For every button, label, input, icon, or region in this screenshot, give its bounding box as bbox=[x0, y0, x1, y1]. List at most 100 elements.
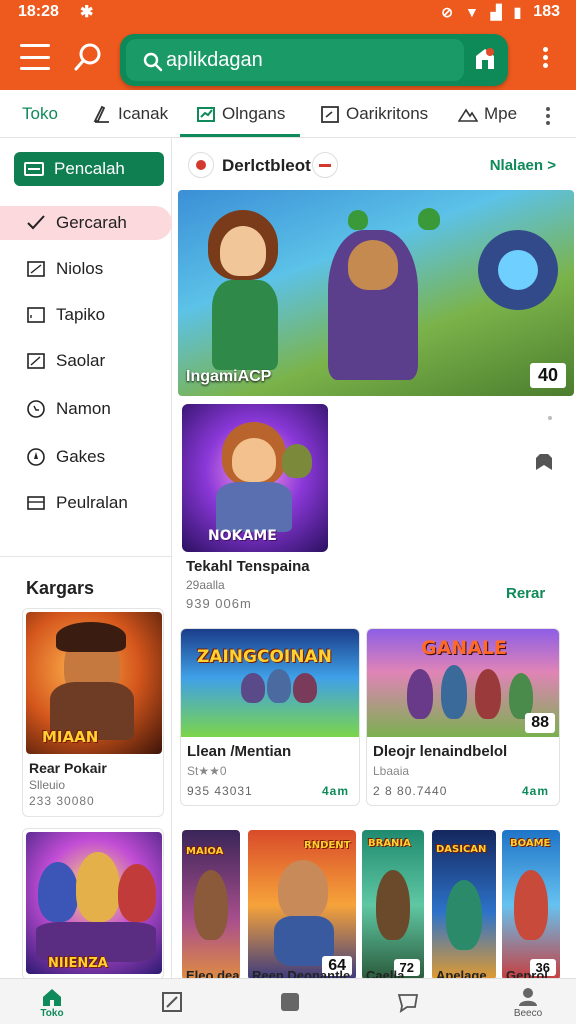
sidebar-item-label: Niolos bbox=[56, 259, 104, 278]
game-meta: 233 30080 bbox=[29, 794, 95, 808]
game-banner-text: BRANIA bbox=[368, 838, 411, 849]
button-label: Pencalah bbox=[54, 159, 125, 178]
sidebar-item-label: Gercarah bbox=[56, 213, 127, 232]
featured-game-meta: 939 006m bbox=[186, 596, 252, 611]
sidebar-item-peulralan[interactable]: Peulralan bbox=[0, 486, 172, 520]
nav-label: Toko bbox=[40, 1007, 64, 1019]
sidebar-game-card[interactable]: MIAAN Rear Pokair Slleuio 233 30080 bbox=[22, 608, 164, 817]
nav-square[interactable] bbox=[250, 979, 330, 1024]
game-title: Dleojr lenaindbelol bbox=[373, 743, 508, 760]
tab-oarikritons[interactable]: Oarikritons bbox=[320, 90, 428, 138]
sidebar-item-gercarah[interactable]: Gercarah bbox=[0, 206, 172, 240]
game-thumbnail: ZAINGCOINAN bbox=[181, 629, 359, 737]
search-field-container bbox=[126, 39, 464, 81]
more-dot bbox=[548, 416, 552, 420]
featured-action-link[interactable]: Rerar bbox=[506, 585, 545, 602]
see-more-link[interactable]: Nlalaen > bbox=[490, 157, 556, 174]
game-meta: 935 43031 4am bbox=[187, 784, 353, 798]
game-subtitle: Lbaaia bbox=[373, 764, 410, 778]
nav-home[interactable]: Toko bbox=[12, 979, 92, 1024]
status-time: 18:28 bbox=[18, 3, 59, 20]
home-icon bbox=[43, 988, 61, 1006]
game-card[interactable]: BRANIA 72 bbox=[362, 830, 424, 980]
mountain-icon bbox=[458, 108, 478, 122]
store-icon[interactable] bbox=[470, 44, 500, 74]
game-card[interactable]: MAIOA bbox=[182, 830, 240, 980]
developer-name: Derlctbleot bbox=[222, 156, 311, 175]
search-icon bbox=[143, 52, 163, 72]
sidebar-item-tapiko[interactable]: Tapiko bbox=[0, 298, 172, 332]
search-icon[interactable] bbox=[72, 40, 106, 74]
nav-profile[interactable]: Beeco bbox=[488, 979, 568, 1024]
game-count-badge: 88 bbox=[525, 713, 555, 733]
signal-icon: ▟ bbox=[490, 3, 502, 20]
frame-icon bbox=[27, 307, 45, 323]
tab-toko[interactable]: Toko bbox=[22, 90, 58, 138]
featured-game-thumbnail[interactable]: NOKAME bbox=[182, 404, 328, 552]
sidebar-item-label: Saolar bbox=[56, 351, 106, 370]
tab-label: Toko bbox=[22, 104, 58, 123]
sidebar-item-niolos[interactable]: Niolos bbox=[0, 252, 172, 286]
sidebar-item-label: Namon bbox=[56, 399, 111, 418]
tab-icanak[interactable]: Icanak bbox=[92, 90, 168, 138]
section-title: Kargars bbox=[26, 578, 95, 598]
game-meta-value: 2 8 80.7440 bbox=[373, 784, 448, 798]
overflow-menu-icon[interactable] bbox=[536, 44, 554, 74]
game-card[interactable]: RNDENT 64 bbox=[248, 830, 356, 980]
nav-chat[interactable] bbox=[368, 979, 448, 1024]
search-input[interactable] bbox=[166, 47, 456, 73]
featured-game-title: Tekahl Tenspaina bbox=[186, 558, 310, 575]
bottom-navigation: Toko Beeco bbox=[0, 978, 576, 1024]
game-card[interactable]: BOAME 36 bbox=[502, 830, 560, 980]
game-card[interactable]: DASICAN bbox=[432, 830, 496, 980]
tab-olngans[interactable]: Olngans bbox=[196, 90, 285, 138]
game-meta-value: 935 43031 bbox=[187, 784, 253, 798]
box-slash-icon bbox=[27, 261, 45, 277]
game-banner-text: MIAAN bbox=[42, 728, 99, 746]
developer-logo bbox=[188, 152, 214, 178]
game-subtitle: St★★0 bbox=[187, 764, 227, 778]
wifi-icon: ▼ bbox=[464, 4, 479, 20]
battery-icon: ▮ bbox=[513, 3, 522, 20]
hero-count-badge: 40 bbox=[529, 363, 566, 388]
tabs-overflow-icon[interactable] bbox=[540, 104, 556, 130]
person-icon bbox=[519, 987, 537, 1006]
game-meta: 2 8 80.7440 4am bbox=[373, 784, 553, 798]
check-icon bbox=[27, 215, 45, 230]
game-card[interactable]: GANALE 88 Dleojr lenaindbelol Lbaaia 2 8… bbox=[366, 628, 560, 806]
game-thumbnail: MIAAN bbox=[26, 612, 162, 754]
tab-mpe[interactable]: Mpe bbox=[458, 90, 517, 138]
game-title: Llean /Mentian bbox=[187, 743, 292, 760]
chart-icon bbox=[197, 107, 215, 122]
game-title: Rear Pokair bbox=[29, 760, 107, 776]
hero-banner[interactable]: IngamiACP 40 bbox=[178, 190, 574, 396]
edit-box-icon bbox=[27, 353, 45, 369]
bookmark-icon[interactable] bbox=[532, 450, 556, 474]
game-banner-text: ZAINGCOINAN bbox=[197, 647, 332, 667]
square-icon bbox=[281, 993, 299, 1011]
game-banner-text: DASICAN bbox=[436, 844, 487, 855]
sidebar-item-namon[interactable]: Namon bbox=[0, 392, 172, 426]
sidebar-item-saolar[interactable]: Saolar bbox=[0, 344, 172, 378]
tab-label: Icanak bbox=[118, 104, 169, 123]
nav-edit[interactable] bbox=[132, 979, 212, 1024]
game-banner-text: GANALE bbox=[421, 637, 507, 659]
status-bar: 18:28 ✱ ⊘ ▼ ▟ ▮ 183 bbox=[0, 0, 576, 26]
active-tab-indicator bbox=[180, 134, 300, 137]
game-size: 4am bbox=[321, 784, 349, 798]
game-banner-text: NIIENZA bbox=[48, 956, 108, 971]
hero-label: IngamiACP bbox=[186, 368, 272, 385]
game-card[interactable]: ZAINGCOINAN Llean /Mentian St★★0 935 430… bbox=[180, 628, 360, 806]
mute-icon: ⊘ bbox=[441, 3, 453, 20]
card-icon bbox=[27, 496, 45, 510]
sidebar-item-gakes[interactable]: Gakes bbox=[0, 440, 172, 474]
pencalah-button[interactable]: Pencalah bbox=[14, 152, 164, 186]
sidebar-item-label: Peulralan bbox=[56, 493, 128, 512]
featured-game-subtitle: 29aalla bbox=[186, 578, 225, 592]
hamburger-menu-icon[interactable] bbox=[20, 44, 50, 70]
clock-icon bbox=[27, 400, 45, 418]
game-thumbnail: NIIENZA bbox=[26, 832, 162, 974]
chat-icon bbox=[397, 994, 419, 1013]
sidebar-game-card[interactable]: NIIENZA bbox=[22, 828, 164, 980]
notification-icon: ✱ bbox=[80, 4, 94, 21]
